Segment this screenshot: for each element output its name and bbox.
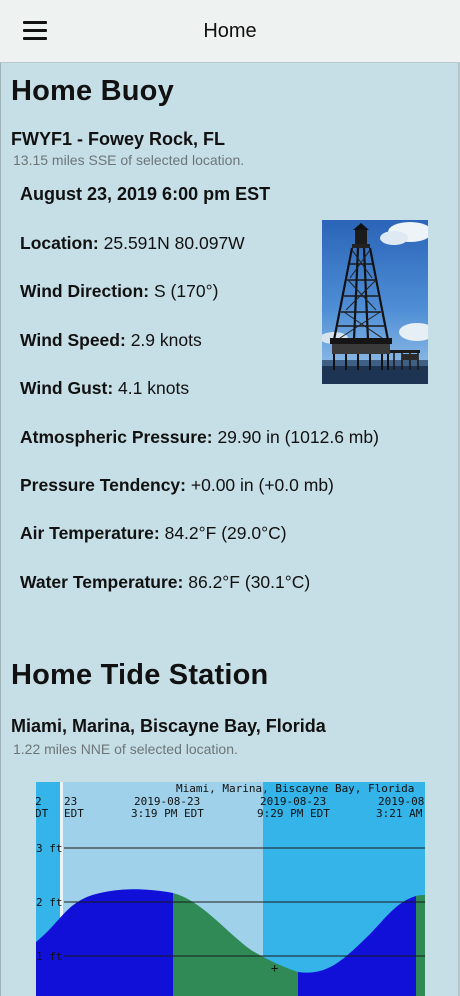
- top-navigation-bar: Home: [0, 0, 460, 63]
- reading-wind-direction: Wind Direction: S (170°): [20, 281, 218, 302]
- tide-falling-area: [416, 895, 425, 996]
- tide-time-label: 3:19 PM EDT: [131, 807, 204, 820]
- reading-pressure-tendency: Pressure Tendency: +0.00 in (+0.0 mb): [20, 475, 334, 496]
- reading-value: 4.1 knots: [118, 378, 190, 398]
- reading-location: Location: 25.591N 80.097W: [20, 233, 245, 254]
- tide-edge-label-bottom: DT: [36, 807, 49, 820]
- reading-value: 86.2°F (30.1°C): [188, 572, 311, 592]
- buoy-station-name: FWYF1 - Fowey Rock, FL: [11, 129, 226, 149]
- reading-label: Atmospheric Pressure:: [20, 427, 213, 447]
- buoy-observation-datetime: August 23, 2019 6:00 pm EST: [20, 184, 271, 204]
- reading-label: Pressure Tendency:: [20, 475, 186, 495]
- reading-wind-speed: Wind Speed: 2.9 knots: [20, 330, 202, 351]
- tide-time-label: 9:29 PM EDT: [257, 807, 330, 820]
- tide-fragment-label-bottom: EDT: [64, 807, 84, 820]
- reading-value: 25.591N 80.097W: [103, 233, 245, 253]
- reading-atmospheric-pressure: Atmospheric Pressure: 29.90 in (1012.6 m…: [20, 427, 379, 448]
- reading-label: Wind Gust:: [20, 378, 114, 398]
- reading-water-temperature: Water Temperature: 86.2°F (30.1°C): [20, 572, 310, 593]
- tide-prediction-chart: Miami, Marina, Biscayne Bay, Florida 2 D…: [36, 782, 425, 996]
- page-title: Home: [203, 20, 257, 42]
- reading-value: +0.00 in (+0.0 mb): [190, 475, 334, 495]
- tide-station-name: Miami, Marina, Biscayne Bay, Florida: [11, 716, 326, 736]
- buoy-station-photo: [322, 220, 428, 384]
- current-time-marker: +: [271, 961, 278, 975]
- tide-chart-title: Miami, Marina, Biscayne Bay, Florida: [176, 782, 414, 795]
- left-edge: [0, 63, 1, 996]
- reading-value: 2.9 knots: [130, 330, 202, 350]
- reading-wind-gust: Wind Gust: 4.1 knots: [20, 378, 189, 399]
- tide-y-tick: 1 ft: [36, 950, 63, 963]
- tide-y-tick: 3 ft: [36, 842, 63, 855]
- reading-label: Wind Direction:: [20, 281, 150, 301]
- reading-label: Wind Speed:: [20, 330, 126, 350]
- reading-value: 84.2°F (29.0°C): [164, 523, 287, 543]
- reading-value: S (170°): [154, 281, 219, 301]
- reading-value: 29.90 in (1012.6 mb): [217, 427, 379, 447]
- tide-time-label: 3:21 AM: [376, 807, 423, 820]
- tide-station-distance: 1.22 miles NNE of selected location.: [13, 741, 238, 757]
- home-tide-station-heading: Home Tide Station: [11, 659, 269, 691]
- reading-label: Location:: [20, 233, 99, 253]
- reading-label: Air Temperature:: [20, 523, 160, 543]
- home-buoy-heading: Home Buoy: [11, 75, 174, 107]
- reading-air-temperature: Air Temperature: 84.2°F (29.0°C): [20, 523, 287, 544]
- buoy-distance: 13.15 miles SSE of selected location.: [13, 152, 245, 168]
- reading-label: Water Temperature:: [20, 572, 184, 592]
- tide-y-tick: 2 ft: [36, 896, 63, 909]
